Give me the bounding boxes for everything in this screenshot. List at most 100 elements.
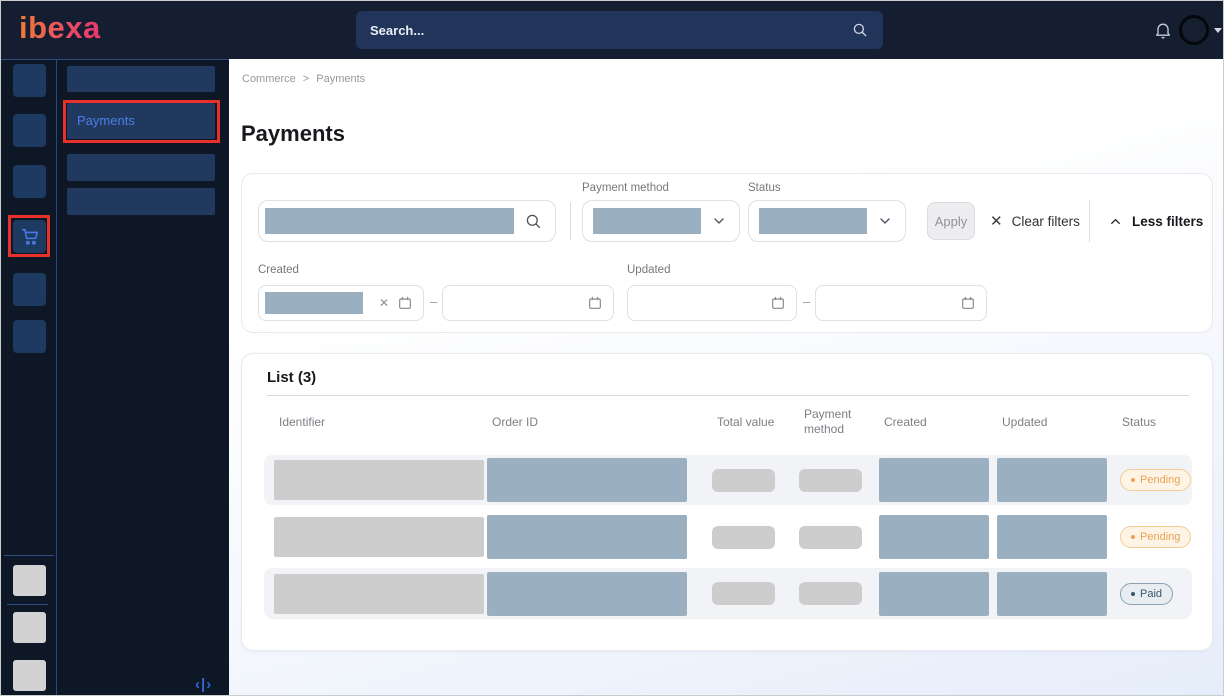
calendar-icon[interactable] <box>770 295 786 311</box>
status-dot-icon <box>1131 592 1135 596</box>
close-icon: ✕ <box>990 212 1003 230</box>
main-content: Commerce > Payments Payments Payment met… <box>229 59 1224 696</box>
menu-item[interactable] <box>67 66 215 92</box>
redacted-total-value <box>712 582 775 605</box>
redacted-created <box>879 515 989 559</box>
sidebar-nav-item[interactable] <box>13 165 46 198</box>
table-header-row: Identifier Order ID Total value Payment … <box>264 404 1192 440</box>
redacted-total-value <box>712 469 775 492</box>
created-from-date-input[interactable]: ✕ <box>258 285 424 321</box>
sidebar-collapse-icon[interactable]: ‹|› <box>195 676 212 693</box>
sidebar-nav-item[interactable] <box>13 565 46 596</box>
redacted-updated <box>997 458 1107 502</box>
sidebar-nav-item[interactable] <box>13 273 46 306</box>
search-icon <box>851 21 869 39</box>
column-header-status: Status <box>1117 415 1192 430</box>
filter-divider <box>570 202 571 240</box>
redacted-select-value <box>759 208 867 234</box>
sidebar-nav-item[interactable] <box>13 660 46 691</box>
updated-to-date-input[interactable] <box>815 285 987 321</box>
filter-divider <box>1089 200 1090 242</box>
redacted-updated <box>997 515 1107 559</box>
apply-button[interactable]: Apply <box>927 202 975 240</box>
status-badge: Pending <box>1120 526 1191 548</box>
updated-label: Updated <box>627 264 670 276</box>
status-select[interactable] <box>748 200 906 242</box>
calendar-icon[interactable] <box>397 295 413 311</box>
filter-panel: Payment method Status Apply <box>241 173 1213 333</box>
redacted-order-id <box>487 515 687 559</box>
sidebar-divider <box>4 555 54 556</box>
bell-icon[interactable] <box>1153 20 1173 40</box>
calendar-icon[interactable] <box>587 295 603 311</box>
user-avatar[interactable] <box>1179 15 1209 45</box>
redacted-payment-method <box>799 582 862 605</box>
chevron-down-icon[interactable] <box>1214 28 1222 33</box>
payment-method-select[interactable] <box>582 200 740 242</box>
redacted-created <box>879 572 989 616</box>
less-filters-label: Less filters <box>1132 214 1203 229</box>
status-badge: Pending <box>1120 469 1191 491</box>
breadcrumb-item-payments[interactable]: Payments <box>316 73 365 85</box>
page-title: Payments <box>241 121 345 147</box>
global-search-input[interactable] <box>370 23 851 38</box>
primary-sidebar <box>1 59 57 696</box>
calendar-icon[interactable] <box>960 295 976 311</box>
column-header-payment-method: Payment method <box>799 407 879 437</box>
column-header-identifier: Identifier <box>274 415 487 430</box>
chevron-down-icon <box>711 213 727 229</box>
clear-filters-label: Clear filters <box>1012 214 1080 229</box>
sidebar-nav-item[interactable] <box>13 64 46 97</box>
filter-search-input[interactable] <box>258 200 556 242</box>
sidebar-nav-item-commerce[interactable] <box>13 220 46 253</box>
sidebar-divider <box>7 604 48 605</box>
clear-date-icon[interactable]: ✕ <box>379 296 389 310</box>
global-search[interactable] <box>356 11 883 49</box>
status-label: Status <box>748 182 781 194</box>
column-header-updated: Updated <box>997 415 1117 430</box>
chevron-up-icon <box>1108 214 1123 229</box>
table-row[interactable]: Paid <box>264 568 1192 619</box>
menu-item[interactable] <box>67 154 215 181</box>
list-divider <box>267 395 1189 396</box>
cart-icon <box>19 226 41 248</box>
column-header-created: Created <box>879 415 997 430</box>
secondary-sidebar: Payments ‹|› <box>57 59 229 696</box>
redacted-payment-method <box>799 526 862 549</box>
menu-item[interactable] <box>67 188 215 215</box>
created-label: Created <box>258 264 299 276</box>
ibexa-logo[interactable]: ibexa <box>19 10 101 46</box>
menu-item-payments[interactable]: Payments <box>67 103 215 139</box>
payment-method-label: Payment method <box>582 182 669 194</box>
updated-from-date-input[interactable] <box>627 285 797 321</box>
redacted-total-value <box>712 526 775 549</box>
redacted-search-value <box>265 208 514 234</box>
redacted-order-id <box>487 458 687 502</box>
breadcrumb-separator: > <box>303 73 309 85</box>
redacted-identifier <box>274 517 484 557</box>
less-filters-button[interactable]: Less filters <box>1108 202 1203 240</box>
column-header-total-value: Total value <box>712 415 799 430</box>
range-separator: – <box>430 294 437 309</box>
sidebar-nav-item[interactable] <box>13 320 46 353</box>
search-icon[interactable] <box>524 212 543 231</box>
redacted-date-value <box>265 292 363 314</box>
status-dot-icon <box>1131 535 1135 539</box>
created-to-date-input[interactable] <box>442 285 614 321</box>
breadcrumb: Commerce > Payments <box>242 73 365 85</box>
redacted-updated <box>997 572 1107 616</box>
app-window: ibexa <box>0 0 1224 696</box>
breadcrumb-item-commerce[interactable]: Commerce <box>242 73 296 85</box>
table-row[interactable]: Pending <box>264 512 1192 562</box>
top-bar: ibexa <box>1 1 1224 59</box>
table-row[interactable]: Pending <box>264 455 1192 505</box>
payments-list-panel: List (3) Identifier Order ID Total value… <box>241 353 1213 651</box>
sidebar-nav-item[interactable] <box>13 114 46 147</box>
redacted-select-value <box>593 208 701 234</box>
sidebar-nav-item[interactable] <box>13 612 46 643</box>
redacted-order-id <box>487 572 687 616</box>
redacted-payment-method <box>799 469 862 492</box>
clear-filters-button[interactable]: ✕ Clear filters <box>990 202 1080 240</box>
range-separator: – <box>803 294 810 309</box>
list-title: List (3) <box>267 369 316 386</box>
